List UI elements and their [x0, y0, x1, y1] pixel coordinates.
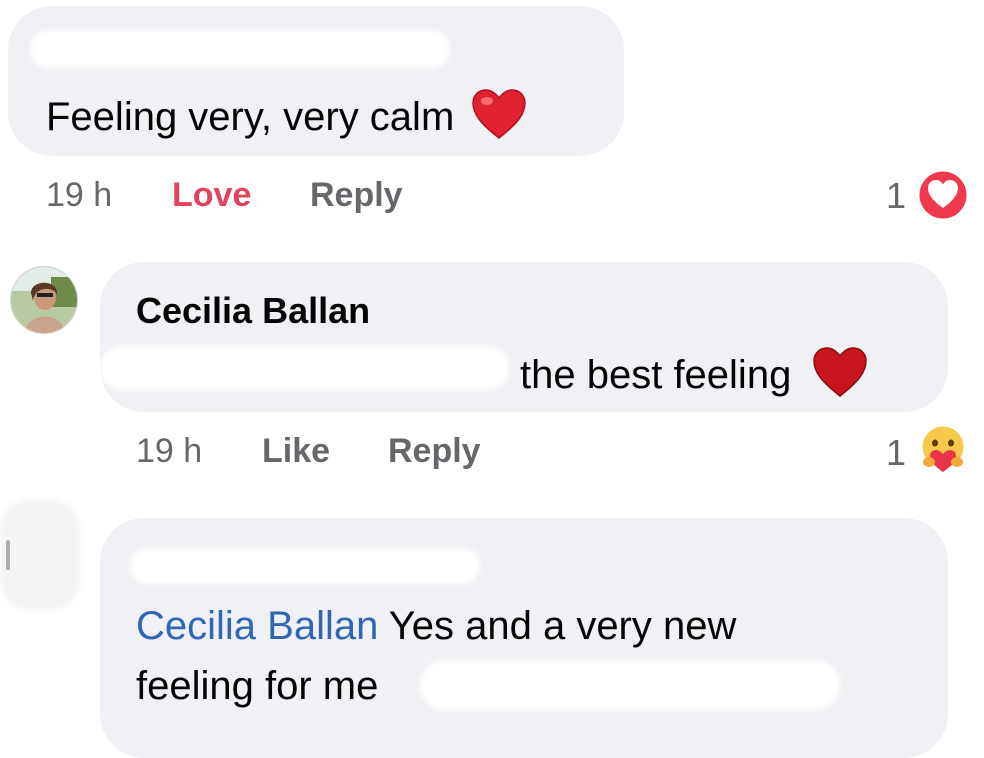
reaction-count-1[interactable]: 1 [886, 175, 906, 217]
comment-text-2: the best feeling [520, 346, 868, 409]
comment-time-2: 19 h [136, 432, 203, 470]
reply-button-2[interactable]: Reply [388, 432, 481, 471]
red-heart-emoji [812, 346, 868, 409]
like-button[interactable]: Like [262, 432, 330, 471]
care-reaction-icon[interactable] [916, 422, 970, 476]
heart-reaction-icon[interactable] [916, 168, 970, 222]
avatar-edge [6, 540, 10, 570]
redacted-author-name [30, 30, 450, 68]
reaction-count-2[interactable]: 1 [886, 432, 906, 474]
mention-link[interactable]: Cecilia Ballan [136, 604, 378, 648]
red-heart-emoji [471, 88, 527, 151]
redacted-author-name-3 [130, 548, 480, 584]
avatar[interactable] [10, 266, 78, 334]
comment-time-1: 19 h [46, 176, 113, 214]
redacted-text [100, 346, 510, 390]
comment-text-1: Feeling very, very calm [46, 88, 527, 151]
comment-text-3-line2: feeling for me [136, 664, 379, 708]
comment-author-2[interactable]: Cecilia Ballan [136, 290, 370, 332]
reply-button-1[interactable]: Reply [310, 176, 403, 215]
redacted-text-3 [420, 660, 840, 710]
love-button[interactable]: Love [172, 176, 251, 215]
redacted-avatar [0, 500, 80, 610]
comment-text-3: Cecilia Ballan Yes and a very new [136, 604, 737, 648]
